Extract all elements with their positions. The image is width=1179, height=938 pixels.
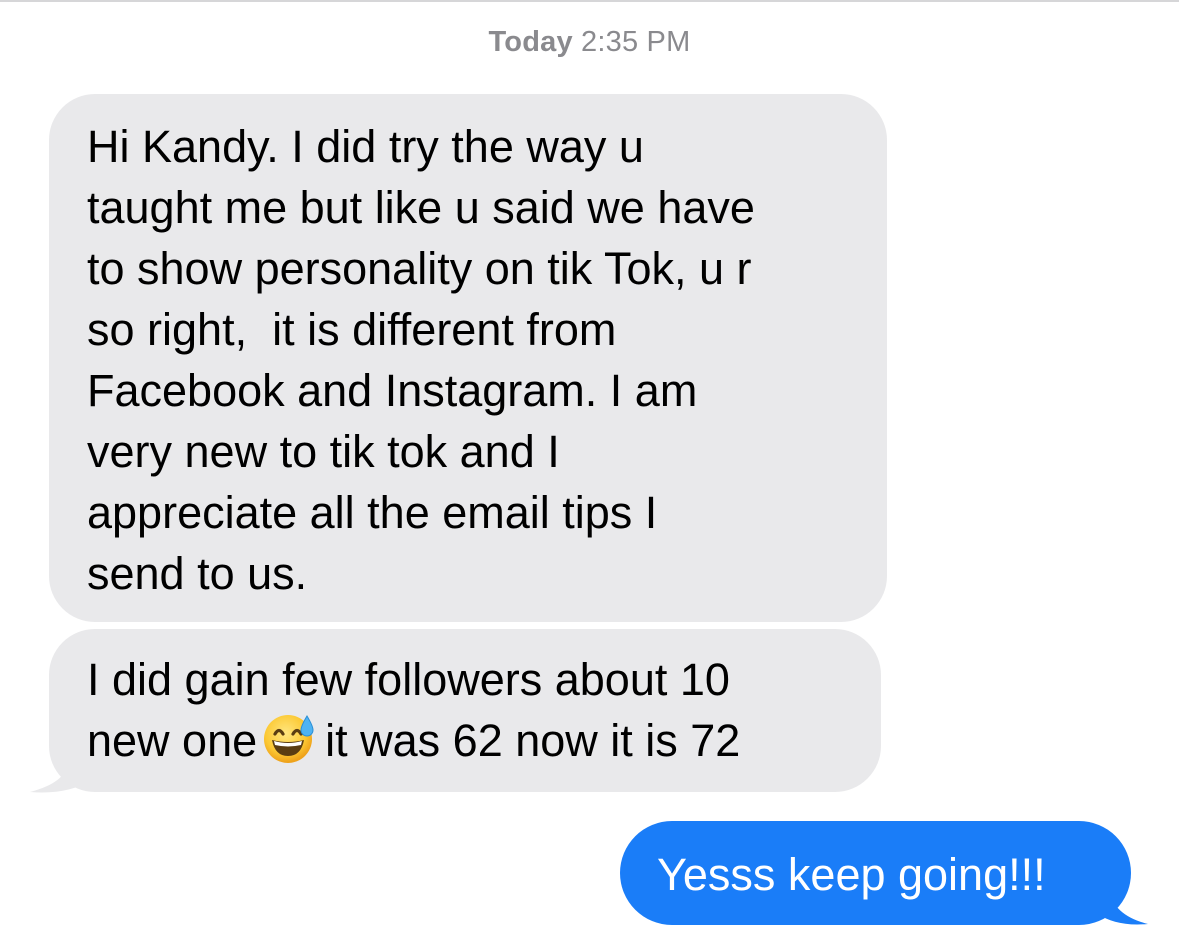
message-line: to show personality on tik Tok, u r [87, 243, 752, 294]
timestamp-time: 2:35 PM [581, 26, 691, 58]
message-line: Facebook and Instagram. I am [87, 365, 698, 416]
message-line: send to us. [87, 548, 308, 599]
message-line: I did gain few followers about 10 [87, 654, 730, 705]
message-text: it was 62 now it is 72 [325, 715, 741, 766]
incoming-message-bubble[interactable]: Hi Kandy. I did try the way u taught me … [49, 94, 887, 622]
message-line: taught me but like u said we have [87, 182, 755, 233]
grinning-face-with-sweat-emoji [264, 715, 314, 763]
message-line: very new to tik tok and I [87, 426, 560, 477]
message-line: appreciate all the email tips I [87, 487, 658, 538]
message-line: Yesss keep going!!! [657, 849, 1046, 900]
timestamp-day: Today [488, 26, 573, 58]
outgoing-message-bubble[interactable]: Yesss keep going!!! [620, 821, 1131, 925]
conversation-timestamp: Today 2:35 PM [0, 26, 1179, 59]
incoming-message-bubble[interactable]: I did gain few followers about 10 new on… [49, 629, 881, 792]
message-line: Hi Kandy. I did try the way u [87, 121, 644, 172]
top-divider [0, 0, 1179, 2]
outgoing-bubble-tail [1098, 884, 1148, 925]
message-text: new one [87, 715, 258, 766]
message-line: so right, it is different from [87, 304, 617, 355]
message-line: new one it was 62 now it is 72 [87, 710, 845, 771]
